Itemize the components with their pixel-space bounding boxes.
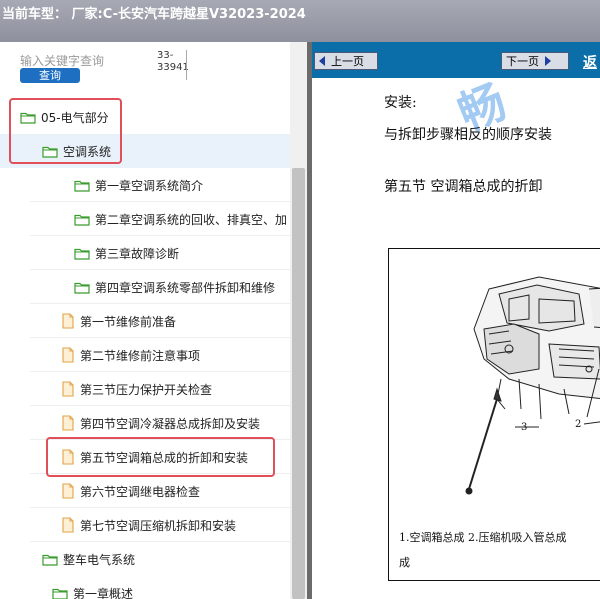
figure-frame: 3 2 1.空调箱总成 2.压缩机吸入管总成 成 <box>388 248 600 581</box>
tree-item[interactable]: 第四节空调冷凝器总成拆卸及安装 <box>0 406 290 440</box>
folder-icon <box>52 588 68 599</box>
tree-item[interactable]: 第二章空调系统的回收、排真空、加 <box>0 202 290 236</box>
count-divider <box>186 50 187 80</box>
document-icon <box>62 449 74 465</box>
folder-icon <box>20 112 36 124</box>
tree-item-label: 第一章空调系统简介 <box>95 178 204 193</box>
prev-page-label: 上一页 <box>331 55 364 68</box>
tree-item-label: 第三节压力保护开关检查 <box>80 382 213 397</box>
tree-item[interactable]: 整车电气系统 <box>0 542 290 576</box>
title-bar: 当前车型： 厂家:C-长安汽车跨越星V32023-2024 <box>0 0 600 42</box>
tree-item-label: 整车电气系统 <box>63 552 136 567</box>
folder-icon <box>42 554 58 566</box>
tree-item-label: 第六节空调继电器检查 <box>80 484 201 499</box>
document-icon <box>62 381 74 397</box>
folder-icon <box>74 180 90 192</box>
catalog-tree: 05-电气部分 空调系统 第一章空调系统简介 第二章空调系统的回收、排真空、加 … <box>0 100 290 599</box>
document-icon <box>62 483 74 499</box>
result-count-line1: 33- <box>157 50 174 61</box>
tree-item-label: 空调系统 <box>63 144 112 159</box>
tree-item-label: 05-电气部分 <box>41 110 109 125</box>
install-text: 与拆卸步骤相反的顺序安装 <box>384 127 552 143</box>
tree-item-label: 第二节维修前注意事项 <box>80 348 201 363</box>
next-page-label: 下一页 <box>506 55 539 68</box>
tree-item[interactable]: 第一章空调系统简介 <box>0 168 290 202</box>
tree-item-label: 第五节空调箱总成的折卸和安装 <box>80 450 249 465</box>
document-icon <box>62 313 74 329</box>
left-panel: 查询 33- 33941 05-电气部分 空调系统 第一章空调系统简介 第二章空… <box>0 42 307 599</box>
tree-item[interactable]: 第三节压力保护开关检查 <box>0 372 290 406</box>
tree-item[interactable]: 第一章概述 <box>0 576 290 599</box>
tree-item[interactable]: 第三章故障诊断 <box>0 236 290 270</box>
tree-item[interactable]: 第七节空调压缩机拆卸和安装 <box>0 508 290 542</box>
section-title: 第五节 空调箱总成的折卸 <box>384 179 543 195</box>
tree-item[interactable]: 空调系统 <box>0 134 290 168</box>
result-count-line2: 33941 <box>157 62 189 73</box>
search-area: 查询 33- 33941 <box>0 42 290 94</box>
search-button[interactable]: 查询 <box>20 68 80 83</box>
next-page-button[interactable]: 下一页 <box>501 52 569 70</box>
tree-item-label: 第七节空调压缩机拆卸和安装 <box>80 518 237 533</box>
tree-item[interactable]: 第二节维修前注意事项 <box>0 338 290 372</box>
tree-item-label: 第一节维修前准备 <box>80 314 177 329</box>
callout-2: 2 <box>575 419 581 430</box>
return-link[interactable]: 返 <box>583 52 597 72</box>
arrow-left-icon <box>319 56 325 66</box>
figure-caption-line2: 成 <box>399 556 410 569</box>
folder-icon <box>74 248 90 260</box>
document-icon <box>62 347 74 363</box>
folder-icon <box>74 214 90 226</box>
result-count: 33- 33941 <box>157 50 189 74</box>
ac-box-diagram: 3 2 <box>465 276 600 495</box>
tree-item-label: 第二章空调系统的回收、排真空、加 <box>95 212 288 227</box>
folder-icon <box>42 146 58 158</box>
tree-item[interactable]: 第六节空调继电器检查 <box>0 474 290 508</box>
tree-item[interactable]: 第四章空调系统零部件拆卸和维修 <box>0 270 290 304</box>
viewer-toolbar: 上一页 下一页 返 <box>312 42 600 78</box>
tree-item-label: 第四章空调系统零部件拆卸和维修 <box>95 280 276 295</box>
arrow-right-icon <box>545 56 551 66</box>
tree-item[interactable]: 05-电气部分 <box>0 100 290 134</box>
document-icon <box>62 415 74 431</box>
tree-item-label: 第一章概述 <box>73 586 134 599</box>
tree-item[interactable]: 第五节空调箱总成的折卸和安装 <box>0 440 290 474</box>
window-title: 当前车型： 厂家:C-长安汽车跨越星V32023-2024 <box>2 7 306 22</box>
figure-caption-line1: 1.空调箱总成 2.压缩机吸入管总成 <box>399 531 567 544</box>
install-heading: 安装: <box>384 95 417 111</box>
tree-item-label: 第三章故障诊断 <box>95 246 180 261</box>
document-page: 畅 安装: 与拆卸步骤相反的顺序安装 第五节 空调箱总成的折卸 3 2 1.空调… <box>312 78 600 599</box>
tree-item[interactable]: 第一节维修前准备 <box>0 304 290 338</box>
scrollbar-thumb[interactable] <box>292 168 305 599</box>
callout-3: 3 <box>521 422 527 433</box>
prev-page-button[interactable]: 上一页 <box>314 52 378 70</box>
tree-item-label: 第四节空调冷凝器总成拆卸及安装 <box>80 416 261 431</box>
document-icon <box>62 517 74 533</box>
folder-icon <box>74 282 90 294</box>
